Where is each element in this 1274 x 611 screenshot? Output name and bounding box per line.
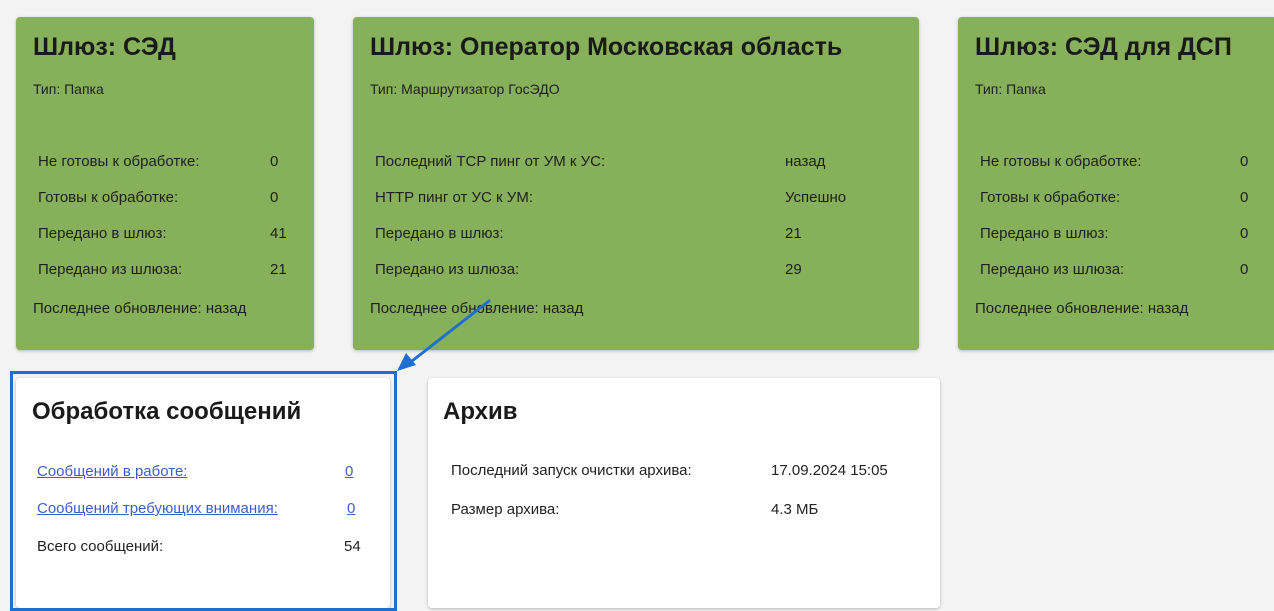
last-updated: Последнее обновление: назад (975, 300, 1189, 317)
stat-value: 0 (1240, 153, 1249, 170)
archive-size-label: Размер архива: (451, 501, 560, 518)
total-messages-value: 54 (344, 538, 361, 555)
messages-need-attention-link[interactable]: Сообщений требующих внимания: (37, 500, 278, 517)
stat-label: HTTP пинг от УС к УМ: (375, 189, 533, 206)
archive-last-cleanup-label: Последний запуск очистки архива: (451, 462, 692, 479)
stat-value: назад (785, 153, 826, 170)
stat-value: 0 (270, 153, 279, 170)
stat-label: Передано в шлюз: (980, 225, 1109, 242)
gateway-type: Тип: Папка (975, 81, 1046, 97)
stat-value: 0 (1240, 225, 1249, 242)
gateway-title: Шлюз: СЭД (33, 33, 176, 61)
stat-label: Готовы к обработке: (38, 189, 179, 206)
stat-label: Передано из шлюза: (980, 261, 1125, 278)
last-updated: Последнее обновление: назад (33, 300, 247, 317)
card-title: Архив (443, 398, 518, 425)
stat-label: Передано в шлюз: (375, 225, 504, 242)
messages-need-attention-count-link[interactable]: 0 (347, 500, 355, 517)
stat-value: 29 (785, 261, 802, 278)
gateway-type: Тип: Маршрутизатор ГосЭДО (370, 81, 560, 97)
gateway-card-sed: Шлюз: СЭД Тип: Папка Не готовы к обработ… (16, 17, 314, 350)
stat-label: Не готовы к обработке: (980, 153, 1142, 170)
stat-value: 21 (270, 261, 287, 278)
total-messages-label: Всего сообщений: (37, 538, 164, 555)
last-updated: Последнее обновление: назад (370, 300, 584, 317)
archive-size-value: 4.3 МБ (771, 501, 819, 518)
message-processing-card: Обработка сообщений Сообщений в работе: … (16, 378, 390, 608)
messages-in-work-link[interactable]: Сообщений в работе: (37, 463, 187, 480)
stat-label: Передано из шлюза: (375, 261, 520, 278)
card-title: Обработка сообщений (32, 398, 302, 425)
stat-value: 41 (270, 225, 287, 242)
archive-card: Архив Последний запуск очистки архива: 1… (428, 378, 940, 608)
stat-label: Передано в шлюз: (38, 225, 167, 242)
gateway-title: Шлюз: Оператор Московская область (370, 33, 843, 61)
stat-value: 0 (270, 189, 279, 206)
stat-label: Последний TCP пинг от УМ к УС: (375, 153, 606, 170)
stat-label: Не готовы к обработке: (38, 153, 200, 170)
messages-in-work-count-link[interactable]: 0 (345, 463, 353, 480)
gateway-type: Тип: Папка (33, 81, 104, 97)
archive-last-cleanup-value: 17.09.2024 15:05 (771, 462, 888, 479)
stat-value: Успешно (785, 189, 847, 206)
stat-value: 0 (1240, 189, 1249, 206)
gateway-title: Шлюз: СЭД для ДСП (975, 33, 1232, 61)
stat-label: Передано из шлюза: (38, 261, 183, 278)
stat-label: Готовы к обработке: (980, 189, 1121, 206)
stat-value: 0 (1240, 261, 1249, 278)
gateway-card-sed-dsp: Шлюз: СЭД для ДСП Тип: Папка Не готовы к… (958, 17, 1274, 350)
gateway-card-operator-mo: Шлюз: Оператор Московская область Тип: М… (353, 17, 919, 350)
stat-value: 21 (785, 225, 802, 242)
